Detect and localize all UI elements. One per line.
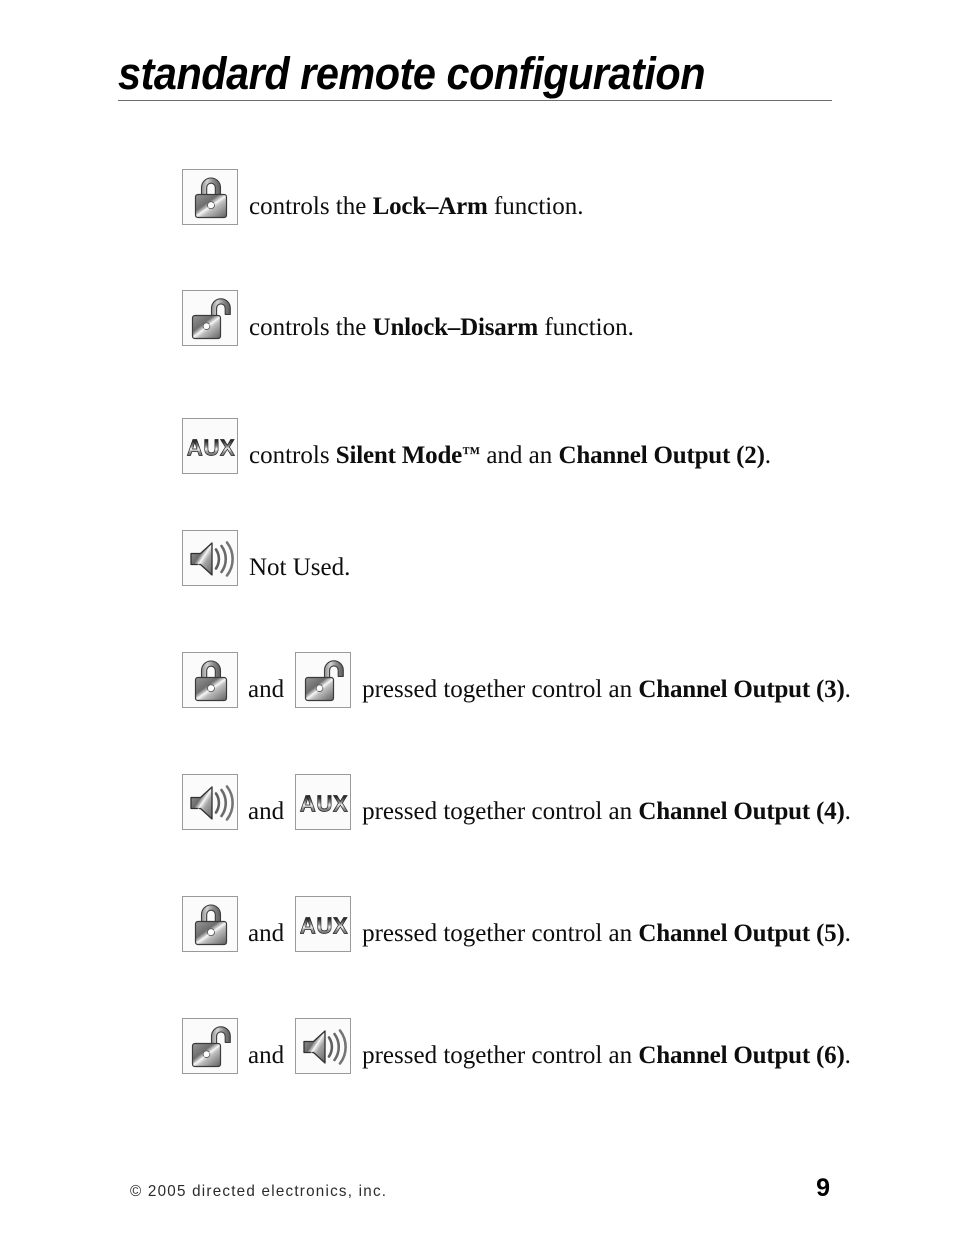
row-description: controls the Unlock–Disarm function. <box>238 313 634 346</box>
row-lead-text: controls <box>249 442 336 469</box>
row-description: controls the Lock–Arm function. <box>238 192 583 225</box>
speaker-icon-button[interactable] <box>295 1018 352 1074</box>
lock-open-icon-button[interactable] <box>182 1018 238 1074</box>
page-footer: © 2005 directed electronics, inc. 9 <box>130 1174 830 1203</box>
svg-text:AUX: AUX <box>187 434 236 460</box>
row-description: controls Silent Mode™ and an Channel Out… <box>238 438 771 474</box>
row-description: pressed together control an Channel Outp… <box>351 797 851 830</box>
row-joiner-text: and <box>248 798 285 825</box>
row-tail-text: . <box>844 1042 851 1069</box>
config-row-not-used: Not Used. <box>182 528 350 586</box>
row-channel-output-label: Channel Output (3) <box>638 676 845 703</box>
row-mid-text: and an <box>480 442 559 469</box>
lock-closed-icon-button[interactable] <box>182 896 238 952</box>
lock-closed-icon-button[interactable] <box>182 652 238 708</box>
row-lead-text: pressed together control an <box>362 676 639 703</box>
aux-button-icon-button[interactable]: AUX <box>295 774 352 830</box>
row-tail-text: . <box>764 442 771 469</box>
speaker-icon-button[interactable] <box>182 530 238 586</box>
row-description: pressed together control an Channel Outp… <box>351 919 851 952</box>
row-mid-text: function. <box>538 314 634 341</box>
lock-closed-icon-button[interactable] <box>182 169 238 225</box>
trademark-symbol: ™ <box>462 443 481 463</box>
config-row-channel-output-5: and AUX pressed together control an Channe… <box>182 894 851 952</box>
svg-text:AUX: AUX <box>300 790 349 816</box>
config-row-channel-output-4: and AUX pressed together control an Channe… <box>182 772 851 830</box>
row-bold-term: Silent Mode <box>335 442 463 469</box>
page-title: standard remote configuration <box>118 48 706 99</box>
document-page: standard remote configuration controls t… <box>0 0 954 1235</box>
speaker-icon-button[interactable] <box>182 774 238 830</box>
row-channel-output-label: Channel Output (2) <box>558 442 765 469</box>
svg-text:AUX: AUX <box>300 912 349 938</box>
row-joiner-text: and <box>248 676 285 703</box>
aux-button-icon-button[interactable]: AUX <box>182 418 238 474</box>
config-row-channel-output-3: and pressed together control an Channel O… <box>182 650 851 708</box>
row-description: Not Used. <box>238 553 350 586</box>
row-lead-text: controls the <box>249 314 373 341</box>
copyright-notice: © 2005 directed electronics, inc. <box>130 1183 388 1200</box>
config-row-unlock-disarm: controls the Unlock–Disarm function. <box>182 288 634 346</box>
row-joiner-text: and <box>248 1042 285 1069</box>
row-lead-text: pressed together control an <box>362 798 639 825</box>
row-tail-text: . <box>844 798 851 825</box>
row-lead-text: Not Used. <box>249 554 351 581</box>
row-channel-output-label: Channel Output (4) <box>638 798 845 825</box>
page-header: standard remote configuration <box>118 48 832 101</box>
aux-button-icon-button[interactable]: AUX <box>295 896 352 952</box>
row-description: pressed together control an Channel Outp… <box>351 675 851 708</box>
row-channel-output-label: Channel Output (5) <box>638 920 845 947</box>
title-divider <box>118 100 832 101</box>
lock-open-icon-button[interactable] <box>295 652 352 708</box>
row-lead-text: pressed together control an <box>362 920 639 947</box>
page-number: 9 <box>816 1174 830 1202</box>
row-channel-output-label: Channel Output (6) <box>638 1042 845 1069</box>
config-row-lock-arm: controls the Lock–Arm function. <box>182 167 583 225</box>
row-bold-term: Unlock–Disarm <box>372 314 539 341</box>
row-lead-text: pressed together control an <box>362 1042 639 1069</box>
row-description: pressed together control an Channel Outp… <box>351 1041 851 1074</box>
row-lead-text: controls the <box>249 193 373 220</box>
row-mid-text: function. <box>487 193 584 220</box>
row-tail-text: . <box>844 920 851 947</box>
row-bold-term: Lock–Arm <box>372 193 488 220</box>
lock-open-icon-button[interactable] <box>182 290 238 346</box>
config-row-channel-output-6: and pressed together control an Channel O… <box>182 1016 851 1074</box>
row-joiner-text: and <box>248 920 285 947</box>
row-tail-text: . <box>844 676 851 703</box>
config-row-silent-mode: AUX controls Silent Mode™ and an Channel … <box>182 416 771 474</box>
